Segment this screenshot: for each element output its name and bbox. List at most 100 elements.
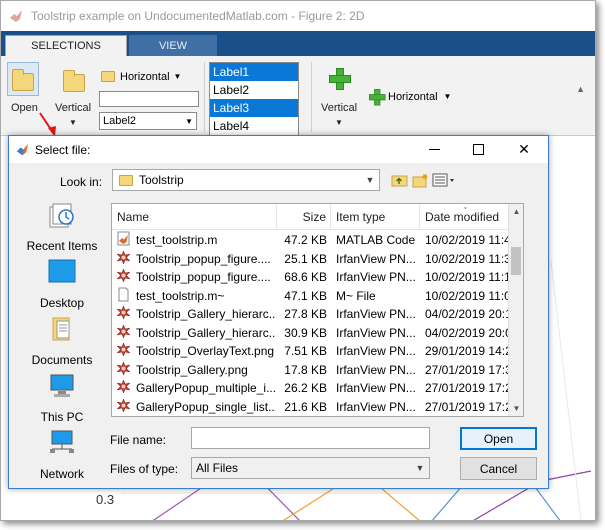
up-folder-icon (391, 175, 407, 187)
file-name-label: File name: (110, 433, 167, 447)
image-file-icon (116, 342, 131, 357)
open-file-button[interactable]: Open (460, 427, 537, 450)
file-row[interactable]: test_toolstrip.m 47.2 KB MATLAB Code 10/02/… (112, 231, 517, 250)
file-row[interactable]: Toolstrip_Gallery.png 17.8 KB IrfanView PN… (112, 360, 517, 380)
file-type: MATLAB Code (336, 233, 416, 247)
image-file-icon (116, 323, 131, 339)
file-name: GalleryPopup_single_list... (136, 399, 276, 414)
file-size: 17.8 KB (284, 362, 327, 377)
file-size: 25.1 KB (284, 251, 327, 266)
file-date: 10/02/2019 11:03 (425, 288, 517, 303)
file-date: 10/02/2019 11:15 (425, 270, 517, 284)
place-label: Network (39, 467, 84, 481)
place-label: Recent Items (26, 239, 98, 253)
look-in-combo[interactable]: Toolstrip ▼ (112, 169, 380, 191)
column-header-size[interactable]: Size (277, 204, 331, 230)
place-network[interactable]: Network (17, 429, 107, 485)
close-button[interactable]: ✕ (502, 136, 546, 163)
scroll-thumb[interactable] (511, 247, 521, 275)
view-menu-button[interactable] (431, 171, 457, 189)
file-date: 27/01/2019 17:21 (425, 416, 517, 417)
matlab-file-icon (116, 231, 131, 246)
maximize-button[interactable] (456, 136, 500, 163)
image-file-icon (116, 268, 131, 283)
file-type: IrfanView PN... (336, 325, 416, 340)
scroll-up-icon[interactable]: ▲ (509, 204, 523, 219)
files-of-type-combo[interactable]: All Files ▼ (191, 457, 430, 479)
file-type: M~ File (336, 288, 376, 303)
cancel-button[interactable]: Cancel (460, 457, 537, 480)
place-documents[interactable]: Documents (17, 315, 107, 371)
minimize-button[interactable] (412, 136, 456, 163)
file-name: Toolstrip_popup_figure.... (136, 251, 271, 266)
file-row[interactable]: Toolstrip_Gallery_hierarc... 30.9 KB Irfan… (112, 323, 517, 343)
file-name: Toolstrip_Gallery_hierarc... (136, 307, 276, 321)
blank-file-icon (116, 287, 131, 302)
file-date: 10/02/2019 11:31 (425, 251, 517, 266)
file-size: 23.4 KB (277, 416, 327, 417)
files-of-type-label: Files of type: (110, 462, 179, 476)
file-date: 27/01/2019 17:21 (425, 381, 517, 395)
desktop-icon (48, 259, 76, 283)
file-row[interactable]: Toolstrip_popup_figure.... 25.1 KB IrfanVi… (112, 249, 517, 269)
place-recent-items[interactable]: Recent Items (17, 201, 107, 257)
file-name: GalleryPopup_single_ico... (136, 416, 276, 417)
look-in-value: Toolstrip (139, 173, 184, 187)
place-desktop[interactable]: Desktop (17, 258, 107, 314)
file-name: Toolstrip_popup_figure.... (136, 270, 271, 284)
file-name: test_toolstrip.m~ (136, 288, 225, 303)
column-header-name[interactable]: Name (112, 204, 277, 230)
file-name: Toolstrip_OverlayText.png (136, 344, 275, 358)
image-file-icon (116, 305, 131, 320)
image-file-icon (116, 397, 131, 413)
place-label: This PC (40, 410, 84, 424)
screenshot-stage: Toolstrip example on UndocumentedMatlab.… (0, 0, 605, 530)
file-type: IrfanView PN... (336, 416, 420, 417)
file-date: 29/01/2019 14:27 (425, 344, 517, 358)
column-header-type[interactable]: Item type (331, 204, 420, 230)
file-type: IrfanView PN... (336, 381, 416, 395)
file-name: Toolstrip_Gallery_hierarc... (136, 325, 276, 340)
file-date: 04/02/2019 20:07 (425, 325, 517, 340)
file-date: 27/01/2019 17:21 (425, 399, 517, 414)
file-date: 10/02/2019 11:46 (425, 233, 517, 247)
file-type: IrfanView PN... (336, 251, 416, 266)
place-label: Documents (31, 353, 93, 367)
select-file-dialog: Select file: ✕ Look in: Toolstrip ▼ Rece… (8, 135, 549, 489)
file-size: 7.51 KB (284, 344, 327, 358)
file-row[interactable]: Toolstrip_popup_figure.... 68.6 KB IrfanVi… (112, 268, 517, 287)
file-type: IrfanView PN... (336, 270, 416, 284)
file-list-header: Name Size Item type Date modified ⌄ (112, 204, 523, 230)
file-row[interactable]: GalleryPopup_single_list... 21.6 KB IrfanV… (112, 397, 517, 417)
place-this-pc[interactable]: This PC (17, 372, 107, 428)
file-type: IrfanView PN... (336, 399, 416, 414)
look-in-label: Look in: (60, 175, 103, 189)
dialog-title-bar: Select file: ✕ (9, 136, 548, 163)
image-file-icon (116, 379, 131, 394)
file-name-input[interactable] (191, 427, 430, 449)
folder-icon (119, 174, 133, 186)
new-folder-button[interactable] (411, 171, 429, 189)
view-menu-icon (432, 173, 454, 187)
file-name: test_toolstrip.m (136, 233, 218, 247)
file-row[interactable]: Toolstrip_Gallery_hierarc... 27.8 KB Irfan… (112, 305, 517, 324)
file-row[interactable]: GalleryPopup_multiple_i... 26.2 KB IrfanVi… (112, 379, 517, 398)
network-icon (50, 430, 74, 453)
up-folder-button[interactable] (390, 171, 408, 189)
file-size: 68.6 KB (284, 270, 327, 284)
places-bar: Recent Items Desktop Documents This PC N… (17, 201, 107, 481)
documents-icon (52, 317, 70, 341)
scroll-down-icon[interactable]: ▼ (509, 401, 523, 416)
place-label: Desktop (39, 296, 85, 310)
image-file-icon (116, 360, 131, 376)
file-list[interactable]: Name Size Item type Date modified ⌄ test… (111, 203, 524, 417)
file-size: 27.8 KB (284, 307, 327, 321)
file-row[interactable]: GalleryPopup_single_ico...23.4 KB IrfanVi… (112, 416, 512, 417)
file-type: IrfanView PN... (336, 307, 416, 321)
file-row[interactable]: test_toolstrip.m~ 47.1 KB M~ File 10/02/201… (112, 287, 517, 306)
file-row[interactable]: Toolstrip_OverlayText.png 7.51 KB IrfanVie… (112, 342, 517, 361)
new-folder-icon (412, 173, 427, 187)
file-list-scrollbar[interactable]: ▲ ▼ (508, 204, 523, 416)
close-icon: ✕ (518, 141, 530, 157)
matlab-logo-icon (16, 143, 29, 156)
